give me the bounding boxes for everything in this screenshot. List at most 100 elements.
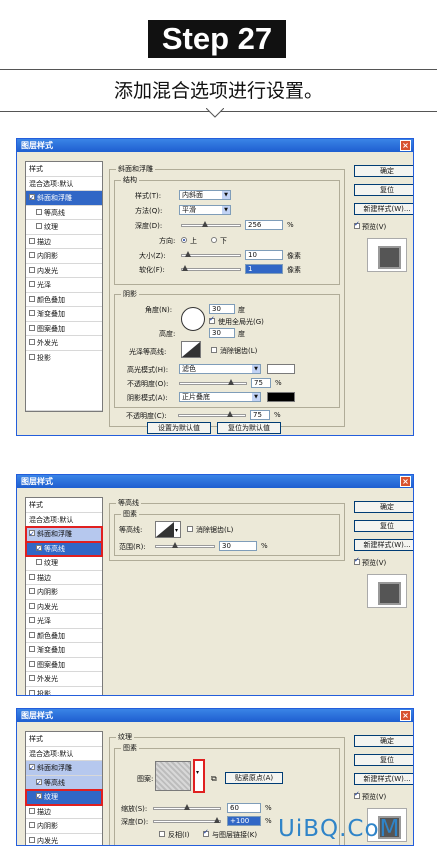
- direction-up-radio[interactable]: [181, 237, 187, 243]
- preview-toggle[interactable]: 预览(V): [354, 220, 413, 232]
- link-layer-checkbox[interactable]: [203, 828, 209, 837]
- slider-handle[interactable]: [227, 411, 233, 417]
- global-light-checkbox[interactable]: [209, 315, 215, 324]
- checkbox-icon[interactable]: [36, 776, 42, 790]
- slider-handle[interactable]: [184, 804, 190, 810]
- style-drop-shadow[interactable]: 投影: [26, 687, 102, 695]
- antialias-checkbox[interactable]: [187, 526, 193, 532]
- close-icon[interactable]: ×: [400, 140, 411, 151]
- texture-depth-field[interactable]: +100: [227, 816, 261, 826]
- reset-button[interactable]: 复位: [354, 754, 413, 766]
- highlight-color-swatch[interactable]: [267, 364, 295, 374]
- checkbox-icon[interactable]: [29, 602, 35, 609]
- style-stroke[interactable]: 描边: [26, 805, 102, 819]
- style-gradient-overlay[interactable]: 渐变叠加: [26, 643, 102, 658]
- angle-field[interactable]: 30: [209, 304, 235, 314]
- direction-down-radio[interactable]: [211, 237, 217, 243]
- close-icon[interactable]: ×: [400, 710, 411, 721]
- ok-button[interactable]: 确定: [354, 165, 413, 177]
- style-color-overlay[interactable]: 颜色叠加: [26, 293, 102, 307]
- opacity1-field[interactable]: 75: [251, 378, 271, 388]
- checkbox-icon[interactable]: [29, 675, 35, 681]
- checkbox-icon[interactable]: [36, 559, 42, 565]
- style-inner-glow[interactable]: 内发光: [26, 264, 102, 278]
- style-outer-glow[interactable]: 外发光: [26, 336, 102, 351]
- shadow-mode-select[interactable]: 正片叠底 ▼: [179, 392, 261, 402]
- preview-toggle[interactable]: 预览(V): [354, 790, 413, 802]
- checkbox-icon[interactable]: [29, 191, 35, 206]
- reset-button[interactable]: 复位: [354, 184, 413, 196]
- close-icon[interactable]: ×: [400, 476, 411, 487]
- slider-handle[interactable]: [172, 542, 178, 548]
- range-field[interactable]: 30: [219, 541, 257, 551]
- style-contour[interactable]: 等高线: [26, 775, 102, 790]
- style-stroke[interactable]: 描边: [26, 235, 102, 249]
- opacity2-slider[interactable]: [178, 411, 246, 417]
- checkbox-icon[interactable]: [29, 631, 35, 638]
- style-bevel-emboss[interactable]: 斜面和浮雕: [26, 761, 102, 776]
- style-color-overlay[interactable]: 颜色叠加: [26, 629, 102, 643]
- texture-depth-slider[interactable]: [153, 817, 221, 823]
- checkbox-icon[interactable]: [29, 588, 35, 594]
- gloss-contour-picker[interactable]: [181, 341, 201, 358]
- reset-button[interactable]: 复位: [354, 520, 413, 532]
- checkbox-icon[interactable]: [29, 527, 35, 542]
- new-preset-icon[interactable]: ⧉: [211, 774, 217, 784]
- checkbox-icon[interactable]: [29, 822, 35, 828]
- new-style-button[interactable]: 新建样式(W)...: [354, 203, 413, 215]
- angle-dial[interactable]: [181, 307, 205, 331]
- checkbox-icon[interactable]: [29, 807, 35, 814]
- ok-button[interactable]: 确定: [354, 501, 413, 513]
- style-pattern-overlay[interactable]: 图案叠加: [26, 658, 102, 672]
- checkbox-icon[interactable]: [29, 324, 35, 331]
- style-satin[interactable]: 光泽: [26, 278, 102, 293]
- highlight-mode-select[interactable]: 滤色 ▼: [179, 364, 261, 374]
- style-select[interactable]: 内斜面 ▼: [179, 190, 231, 200]
- checkbox-icon[interactable]: [36, 542, 42, 556]
- style-inner-shadow[interactable]: 内阴影: [26, 585, 102, 600]
- size-field[interactable]: 10: [245, 250, 283, 260]
- style-inner-shadow[interactable]: 内阴影: [26, 819, 102, 834]
- preview-toggle[interactable]: 预览(V): [354, 556, 413, 568]
- checkbox-icon[interactable]: [29, 617, 35, 623]
- style-blend-options[interactable]: 混合选项:默认: [26, 513, 102, 527]
- checkbox-icon[interactable]: [29, 266, 35, 273]
- style-satin[interactable]: 光泽: [26, 614, 102, 629]
- invert-checkbox[interactable]: [159, 831, 165, 837]
- checkbox-icon[interactable]: [354, 790, 360, 799]
- altitude-field[interactable]: 30: [209, 328, 235, 338]
- style-stroke[interactable]: 描边: [26, 571, 102, 585]
- soften-field[interactable]: 1: [245, 264, 283, 274]
- depth-field[interactable]: 256: [245, 220, 283, 230]
- style-blend-options[interactable]: 混合选项:默认: [26, 177, 102, 191]
- slider-handle[interactable]: [202, 221, 208, 227]
- checkbox-icon[interactable]: [29, 252, 35, 258]
- size-slider[interactable]: [181, 251, 241, 257]
- style-gradient-overlay[interactable]: 渐变叠加: [26, 307, 102, 322]
- checkbox-icon[interactable]: [29, 310, 35, 316]
- checkbox-icon[interactable]: [29, 237, 35, 244]
- checkbox-icon[interactable]: [29, 339, 35, 345]
- checkbox-icon[interactable]: [29, 353, 35, 360]
- new-style-button[interactable]: 新建样式(W)...: [354, 539, 413, 551]
- scale-field[interactable]: 60: [227, 803, 261, 813]
- checkbox-icon[interactable]: [354, 556, 360, 565]
- slider-handle[interactable]: [182, 265, 188, 271]
- checkbox-icon[interactable]: [29, 295, 35, 302]
- scale-slider[interactable]: [153, 804, 221, 810]
- new-style-button[interactable]: 新建样式(W)...: [354, 773, 413, 785]
- range-slider[interactable]: [155, 542, 215, 548]
- pattern-dropdown-arrow[interactable]: ▾: [193, 759, 205, 793]
- style-texture[interactable]: 纹理: [25, 789, 103, 806]
- style-drop-shadow[interactable]: 投影: [26, 351, 102, 411]
- reset-default-button[interactable]: 复位为默认值: [217, 422, 281, 434]
- style-inner-shadow[interactable]: 内阴影: [26, 249, 102, 264]
- checkbox-icon[interactable]: [354, 220, 360, 229]
- style-contour[interactable]: 等高线: [26, 206, 102, 220]
- soften-slider[interactable]: [181, 265, 241, 271]
- checkbox-icon[interactable]: [36, 790, 42, 805]
- style-pattern-overlay[interactable]: 图案叠加: [26, 322, 102, 336]
- ok-button[interactable]: 确定: [354, 735, 413, 747]
- checkbox-icon[interactable]: [36, 223, 42, 229]
- slider-handle[interactable]: [185, 251, 191, 257]
